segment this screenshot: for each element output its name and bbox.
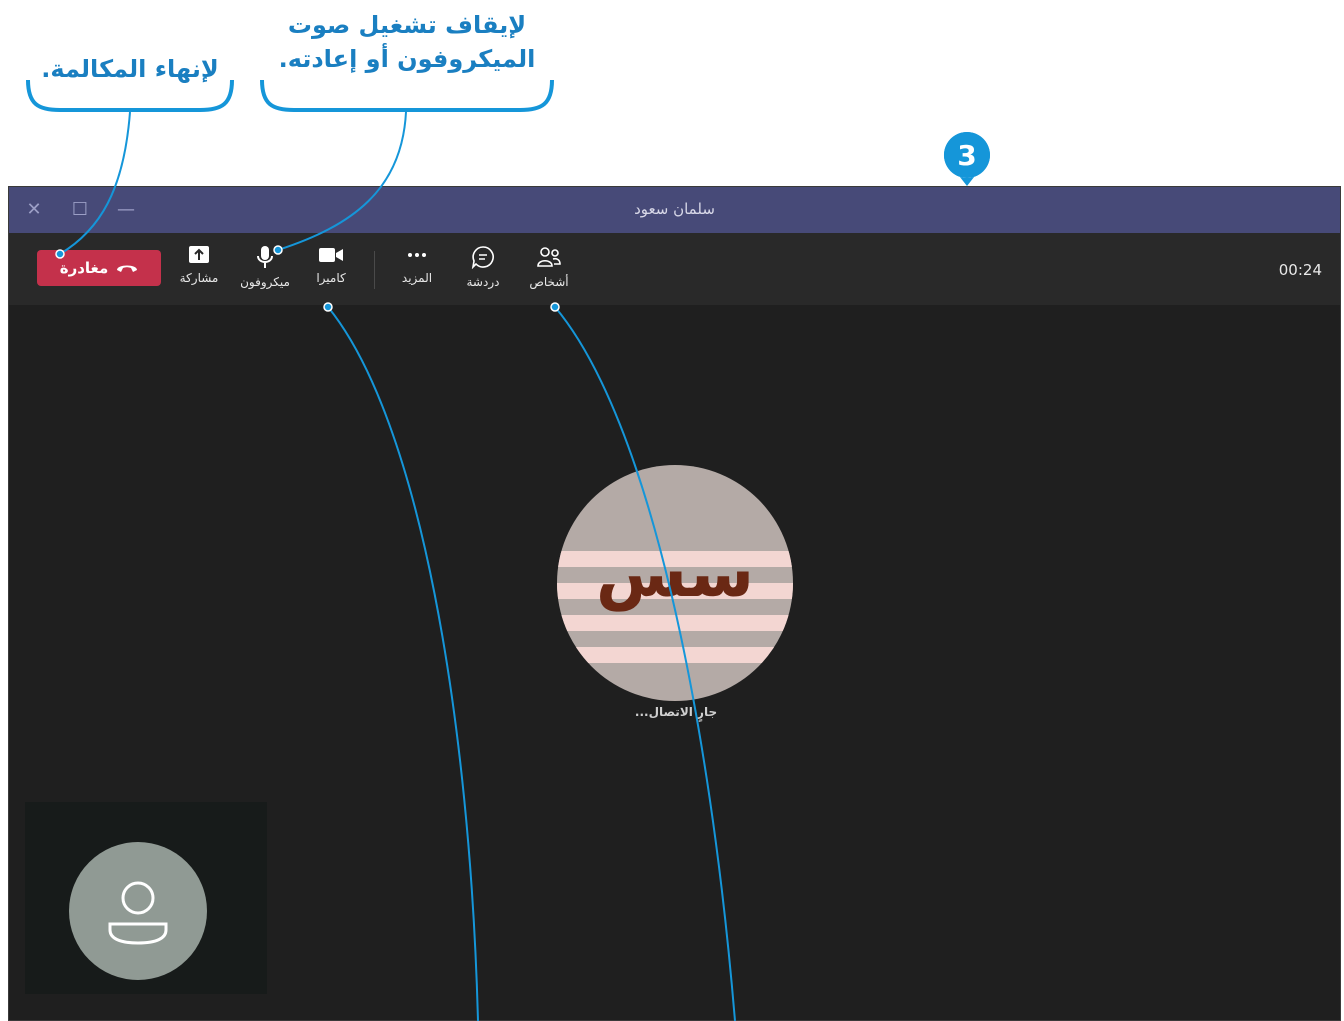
- people-icon: [537, 247, 561, 267]
- call-timer: 00:24: [1278, 261, 1322, 279]
- share-button[interactable]: مشاركة: [167, 241, 231, 297]
- mic-callout-line-2: الميكروفون أو إعادته.: [278, 45, 536, 73]
- mic-callout-line-1: لإيقاف تشغيل صوت: [287, 11, 527, 39]
- microphone-button[interactable]: ميكروفون: [233, 241, 297, 297]
- leave-label: مغادرة: [59, 259, 109, 277]
- call-toolbar: مغادرة مشاركة ميكروفون كاميرا المزيد درد…: [9, 233, 1340, 305]
- camera-icon: [319, 248, 343, 262]
- end-call-callout-text: لإنهاء المكالمة.: [30, 52, 230, 86]
- hangup-icon: [117, 265, 138, 272]
- toolbar-divider: [374, 251, 375, 289]
- mic-callout-text: لإيقاف تشغيل صوت الميكروفون أو إعادته.: [262, 8, 552, 76]
- more-label: المزيد: [401, 271, 433, 285]
- self-avatar: [69, 842, 207, 980]
- step-pin-icon: 3: [943, 132, 990, 186]
- leave-button[interactable]: مغادرة: [37, 250, 161, 286]
- chat-label: دردشة: [466, 275, 500, 289]
- title-bar: ✕ ☐ — سلمان سعود: [9, 187, 1340, 233]
- person-icon: [108, 881, 168, 945]
- call-stage: سس جارٍ الاتصال...: [9, 305, 1340, 1020]
- remote-avatar: سس: [557, 465, 793, 701]
- more-button[interactable]: المزيد: [385, 241, 449, 297]
- call-status: جارٍ الاتصال...: [634, 705, 718, 719]
- self-video-tile: [25, 802, 267, 994]
- step-number: 3: [957, 139, 976, 172]
- chat-icon: [471, 246, 494, 269]
- camera-button[interactable]: كاميرا: [299, 241, 363, 297]
- window-title: سلمان سعود: [634, 200, 715, 218]
- step-badge: 3: [940, 130, 994, 186]
- share-label: مشاركة: [179, 271, 219, 285]
- mic-bracket: [260, 79, 554, 112]
- share-screen-icon: [189, 246, 209, 263]
- more-icon: [408, 253, 426, 257]
- people-label: أشخاص: [529, 275, 569, 289]
- camera-label: كاميرا: [316, 271, 346, 285]
- microphone-label: ميكروفون: [240, 275, 290, 289]
- microphone-icon: [257, 246, 273, 268]
- end-call-callout-label: لإنهاء المكالمة.: [41, 55, 219, 83]
- call-window: ✕ ☐ — سلمان سعود مغادرة مشاركة ميكروفون: [8, 186, 1341, 1021]
- remote-initials: سس: [595, 535, 755, 612]
- chat-button[interactable]: دردشة: [451, 241, 515, 297]
- people-button[interactable]: أشخاص: [517, 241, 581, 297]
